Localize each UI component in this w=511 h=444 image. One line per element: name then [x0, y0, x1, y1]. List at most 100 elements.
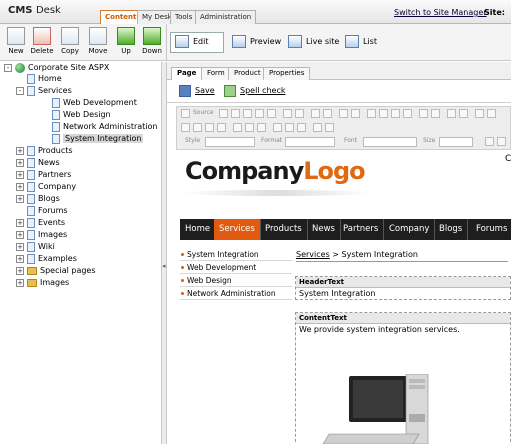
image-icon[interactable] [181, 123, 190, 132]
expand-icon[interactable]: + [16, 170, 24, 179]
content-text-value[interactable]: We provide system integration services. [296, 324, 510, 335]
expand-icon[interactable]: + [16, 218, 24, 227]
bold-icon[interactable] [367, 109, 376, 118]
delete-button[interactable]: Delete [30, 26, 54, 59]
tab-administration[interactable]: Administration [195, 10, 257, 24]
header-text-region[interactable]: HeaderText System Integration [295, 276, 511, 300]
tree-item[interactable]: + Wiki [16, 241, 55, 253]
pane-splitter[interactable]: ◂ [162, 62, 167, 444]
subnav-item[interactable]: Web Development [180, 262, 292, 274]
tree-item[interactable]: + News [16, 157, 60, 169]
new-button[interactable]: New [4, 26, 28, 59]
link-icon[interactable] [205, 123, 214, 132]
tree-item[interactable]: Home [16, 73, 62, 85]
font-dropdown[interactable] [363, 137, 417, 147]
tree-item[interactable]: + Images [16, 277, 69, 289]
subnav-item[interactable]: Web Design [180, 275, 292, 287]
remove-format-icon[interactable] [351, 109, 360, 118]
superscript-icon[interactable] [431, 109, 440, 118]
outdent-icon[interactable] [475, 109, 484, 118]
header-text-value[interactable]: System Integration [296, 288, 510, 299]
subnav-item[interactable]: Network Administration [180, 288, 292, 300]
nav-products[interactable]: Products [260, 219, 308, 240]
nav-company[interactable]: Company [384, 219, 436, 240]
tree-item[interactable]: + Examples [16, 253, 77, 265]
nav-services[interactable]: Services [214, 219, 261, 240]
paste-word-icon[interactable] [267, 109, 276, 118]
undo-icon[interactable] [283, 109, 292, 118]
expand-icon[interactable]: + [16, 278, 24, 287]
paste-text-icon[interactable] [255, 109, 264, 118]
expand-icon[interactable]: + [16, 158, 24, 167]
media-icon[interactable] [325, 123, 334, 132]
save-button[interactable]: Save [179, 85, 215, 97]
underline-icon[interactable] [391, 109, 400, 118]
up-button[interactable]: Up [114, 26, 138, 59]
tree-item[interactable]: + Blogs [16, 193, 60, 205]
tab-product[interactable]: Product [228, 67, 267, 80]
tab-tools[interactable]: Tools [170, 10, 198, 24]
tree-item[interactable]: Forums [16, 205, 68, 217]
style-dropdown[interactable] [205, 137, 255, 147]
tree-item[interactable]: + Special pages [16, 265, 96, 277]
expand-icon[interactable]: + [16, 146, 24, 155]
collapse-icon[interactable]: - [16, 86, 24, 95]
subnav-item[interactable]: System Integration [180, 249, 292, 261]
nav-partners[interactable]: Partners [338, 219, 385, 240]
copy-button[interactable]: Copy [58, 26, 82, 59]
anchor-icon[interactable] [217, 123, 226, 132]
bullet-list-icon[interactable] [459, 109, 468, 118]
widget-icon[interactable] [313, 123, 322, 132]
form-icon[interactable] [273, 123, 282, 132]
nav-news[interactable]: News [307, 219, 341, 240]
size-dropdown[interactable] [439, 137, 473, 147]
source-label[interactable]: Source [193, 109, 214, 116]
expand-icon[interactable]: + [16, 194, 24, 203]
replace-icon[interactable] [323, 109, 332, 118]
strike-icon[interactable] [403, 109, 412, 118]
redo-icon[interactable] [295, 109, 304, 118]
tree-item[interactable]: Network Administration [52, 121, 157, 133]
source-icon[interactable] [181, 109, 190, 118]
paste-icon[interactable] [243, 109, 252, 118]
tree-item[interactable]: + Company [16, 181, 76, 193]
tab-properties[interactable]: Properties [263, 67, 311, 80]
indent-icon[interactable] [487, 109, 496, 118]
nav-forums[interactable]: Forums [471, 219, 511, 240]
ordered-list-icon[interactable] [447, 109, 456, 118]
expand-icon[interactable]: + [16, 230, 24, 239]
tree-item[interactable]: + Events [16, 217, 65, 229]
expand-icon[interactable]: + [16, 254, 24, 263]
tree-item[interactable]: + Partners [16, 169, 71, 181]
select-all-icon[interactable] [339, 109, 348, 118]
copy-format-icon[interactable] [231, 109, 240, 118]
nav-blogs[interactable]: Blogs [434, 219, 469, 240]
format-dropdown[interactable] [285, 137, 335, 147]
tree-item[interactable]: - Services [16, 85, 72, 97]
switch-site-manager-link[interactable]: Switch to Site Manager [394, 8, 487, 17]
radio-icon[interactable] [297, 123, 306, 132]
live-site-mode-button[interactable]: Live site [286, 33, 339, 51]
bg-color-icon[interactable] [497, 137, 506, 146]
special-char-icon[interactable] [245, 123, 254, 132]
spell-check-button[interactable]: Spell check [224, 85, 286, 97]
move-button[interactable]: Move [86, 26, 110, 59]
collapse-arrow-icon[interactable]: ◂ [162, 262, 166, 270]
find-icon[interactable] [311, 109, 320, 118]
breadcrumb-link[interactable]: Services [296, 250, 330, 259]
tree-item[interactable]: + Images [16, 229, 67, 241]
smiley-icon[interactable] [257, 123, 266, 132]
italic-icon[interactable] [379, 109, 388, 118]
expand-icon[interactable]: + [16, 182, 24, 191]
tab-content[interactable]: Content [100, 10, 142, 25]
subscript-icon[interactable] [419, 109, 428, 118]
tab-form[interactable]: Form [201, 67, 231, 80]
tree-item[interactable]: Web Design [52, 109, 111, 121]
collapse-icon[interactable]: - [4, 63, 12, 72]
table-icon[interactable] [193, 123, 202, 132]
tree-item[interactable]: System Integration [52, 133, 144, 145]
text-color-icon[interactable] [485, 137, 494, 146]
tab-page[interactable]: Page [171, 67, 203, 81]
edit-mode-button[interactable]: Edit [173, 33, 209, 51]
list-mode-button[interactable]: List [343, 33, 377, 51]
